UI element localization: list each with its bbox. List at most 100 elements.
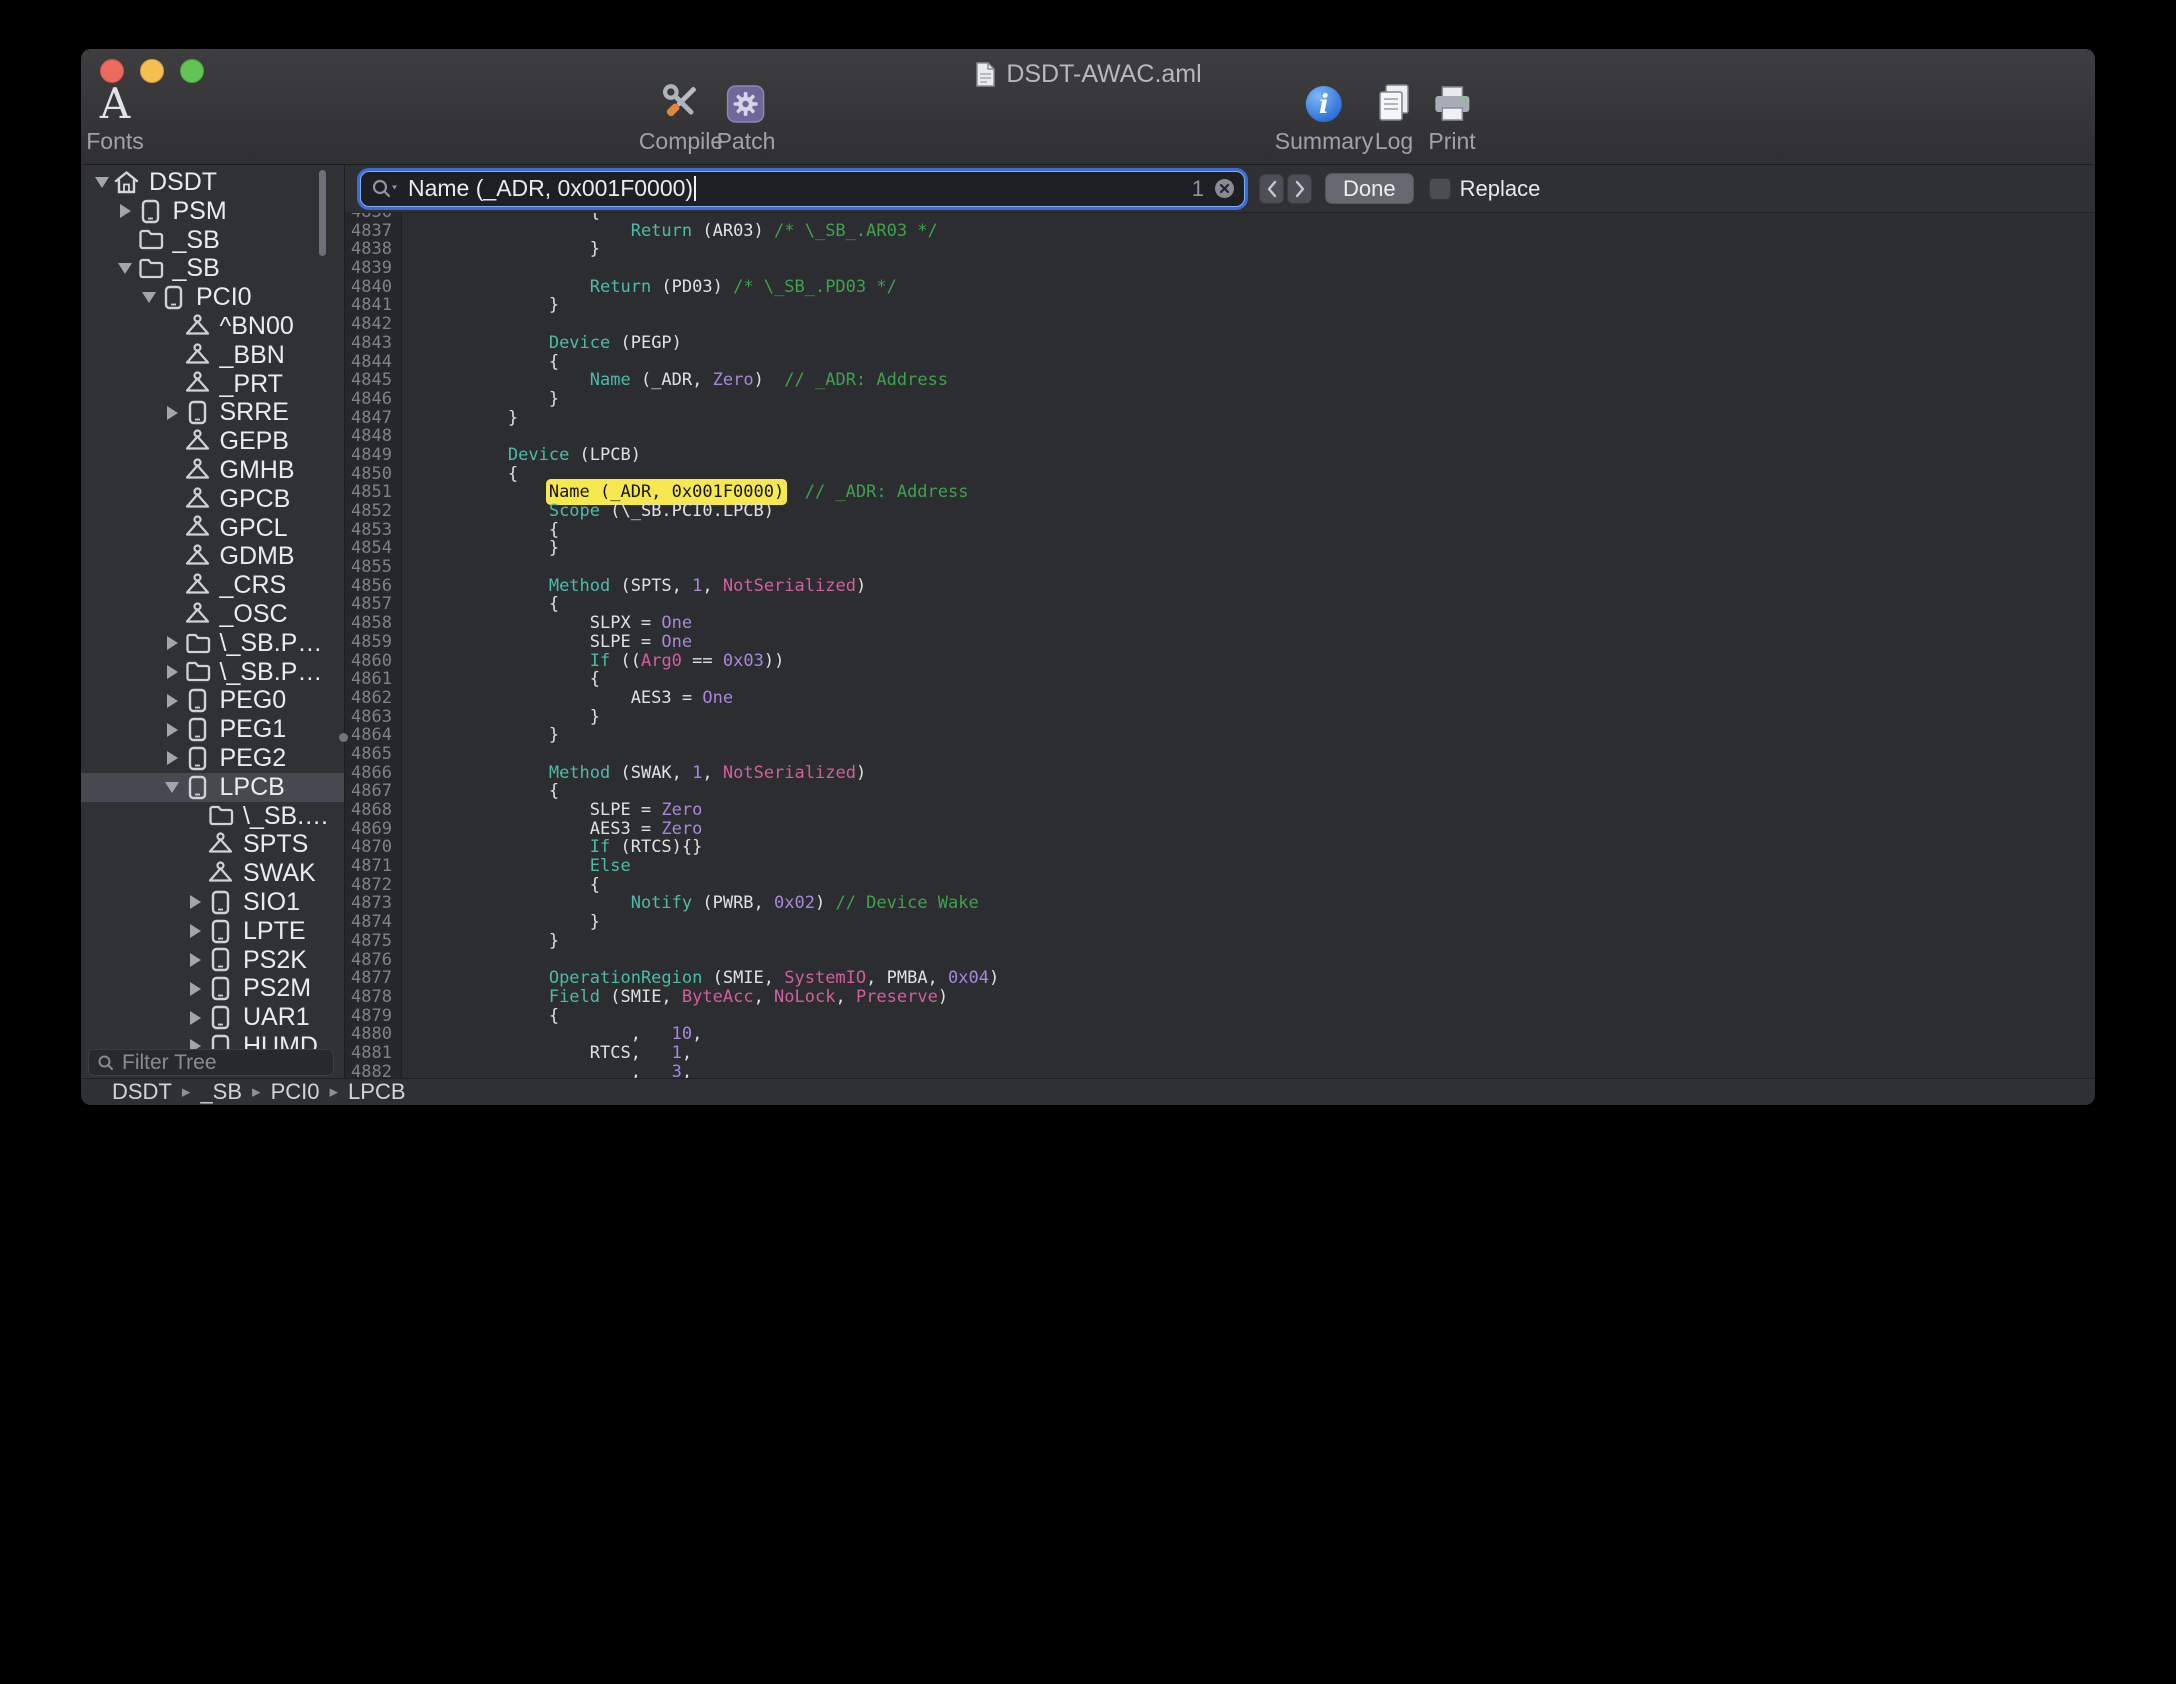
- disclosure-down-icon[interactable]: [90, 177, 113, 188]
- breadcrumb-item[interactable]: LPCB: [348, 1079, 405, 1105]
- search-icon[interactable]: [370, 178, 400, 200]
- tree-item-peg2[interactable]: PEG2: [81, 744, 344, 773]
- disclosure-right-icon[interactable]: [161, 694, 184, 708]
- line-content: [402, 558, 426, 577]
- log-button[interactable]: Log: [1372, 59, 1416, 155]
- line-content: }: [402, 913, 600, 932]
- tree-item-_sb[interactable]: _SB: [81, 226, 344, 255]
- line-content: Device (LPCB): [402, 446, 641, 465]
- tree-item-pci0[interactable]: PCI0: [81, 283, 344, 312]
- filter-tree-input[interactable]: Filter Tree: [88, 1049, 334, 1076]
- line-number: 4877: [345, 969, 402, 988]
- tree-item-dsdt[interactable]: DSDT: [81, 168, 344, 197]
- line-content: Device (PEGP): [402, 334, 682, 353]
- tree-item-spts[interactable]: SPTS: [81, 830, 344, 859]
- tree-item-psm[interactable]: PSM: [81, 197, 344, 226]
- tree-item-gepb[interactable]: GEPB: [81, 427, 344, 456]
- tree-item-sio1[interactable]: SIO1: [81, 888, 344, 917]
- line-number: 4846: [345, 390, 402, 409]
- line-number: 4873: [345, 894, 402, 913]
- line-content: }: [402, 409, 518, 428]
- breadcrumb-item[interactable]: _SB: [200, 1079, 242, 1105]
- tree-item-ps2k[interactable]: PS2K: [81, 946, 344, 975]
- tree-item-ps2m[interactable]: PS2M: [81, 974, 344, 1003]
- tree-item-peg1[interactable]: PEG1: [81, 715, 344, 744]
- patch-button[interactable]: Patch: [717, 59, 776, 155]
- disclosure-down-icon[interactable]: [161, 782, 184, 793]
- disclosure-right-icon[interactable]: [161, 636, 184, 650]
- line-content: AES3 = One: [402, 689, 733, 708]
- tree-item-bn00[interactable]: ^BN00: [81, 312, 344, 341]
- code-line: 4854 }: [345, 539, 2095, 558]
- toolbar-label: Patch: [717, 128, 776, 155]
- code-editor[interactable]: 4836 {4837 Return (AR03) /* \_SB_.AR03 *…: [345, 213, 2095, 1078]
- line-content: }: [402, 932, 559, 951]
- tree-item-label: GMHB: [220, 456, 295, 485]
- match-navigation: [1259, 174, 1312, 204]
- breadcrumb-item[interactable]: PCI0: [271, 1079, 320, 1105]
- print-button[interactable]: Print: [1428, 59, 1475, 155]
- tree-item-gpcb[interactable]: GPCB: [81, 485, 344, 514]
- clear-search-button[interactable]: [1213, 177, 1236, 200]
- compile-button[interactable]: Compile: [639, 59, 723, 155]
- line-content: }: [402, 726, 559, 745]
- tree-item-_crs[interactable]: _CRS: [81, 571, 344, 600]
- tree-item-lpte[interactable]: LPTE: [81, 917, 344, 946]
- zoom-window-button[interactable]: [180, 59, 204, 83]
- tree-item-uar1[interactable]: UAR1: [81, 1003, 344, 1032]
- line-content: Return (AR03) /* \_SB_.AR03 */: [402, 222, 938, 241]
- line-number: 4853: [345, 521, 402, 540]
- disclosure-right-icon[interactable]: [161, 751, 184, 765]
- disclosure-right-icon[interactable]: [184, 982, 207, 996]
- next-match-button[interactable]: [1287, 174, 1312, 204]
- tree-item-_sb[interactable]: \_SB.…: [81, 802, 344, 831]
- code-line: 4878 Field (SMIE, ByteAcc, NoLock, Prese…: [345, 988, 2095, 1007]
- code-line: 4848: [345, 427, 2095, 446]
- disclosure-down-icon[interactable]: [114, 263, 137, 274]
- name-icon: [184, 543, 211, 570]
- line-content: Scope (\_SB.PCI0.LPCB): [402, 502, 774, 521]
- split-handle[interactable]: [339, 733, 348, 742]
- disclosure-right-icon[interactable]: [184, 1011, 207, 1025]
- disclosure-right-icon[interactable]: [161, 665, 184, 679]
- line-number: 4852: [345, 502, 402, 521]
- disclosure-right-icon[interactable]: [184, 924, 207, 938]
- sidebar-scrollbar[interactable]: [319, 170, 326, 256]
- done-button[interactable]: Done: [1325, 173, 1414, 204]
- tree-item-gdmb[interactable]: GDMB: [81, 542, 344, 571]
- disclosure-right-icon[interactable]: [161, 406, 184, 420]
- tree-item-_sbp[interactable]: \_SB.P…: [81, 658, 344, 687]
- line-number: 4859: [345, 633, 402, 652]
- replace-checkbox[interactable]: [1429, 178, 1451, 200]
- search-input[interactable]: Name (_ADR, 0x001F0000) 1: [360, 171, 1245, 207]
- disclosure-right-icon[interactable]: [184, 895, 207, 909]
- line-number: 4874: [345, 913, 402, 932]
- tree-item-_prt[interactable]: _PRT: [81, 370, 344, 399]
- filter-search-icon: [97, 1054, 115, 1072]
- tree-item-_osc[interactable]: _OSC: [81, 600, 344, 629]
- tree-item-lpcb[interactable]: LPCB: [81, 773, 344, 802]
- tree-item-_bbn[interactable]: _BBN: [81, 341, 344, 370]
- line-content: {: [402, 782, 559, 801]
- code-line: 4867 {: [345, 782, 2095, 801]
- tree-item-gpcl[interactable]: GPCL: [81, 514, 344, 543]
- disclosure-right-icon[interactable]: [184, 953, 207, 967]
- fonts-button[interactable]: A Fonts: [86, 59, 144, 155]
- document-proxy-icon[interactable]: [974, 61, 997, 88]
- disclosure-down-icon[interactable]: [137, 292, 160, 303]
- code-line: 4865: [345, 745, 2095, 764]
- disclosure-right-icon[interactable]: [114, 204, 137, 218]
- tree-item-srre[interactable]: SRRE: [81, 398, 344, 427]
- summary-button[interactable]: i Summary: [1275, 59, 1373, 155]
- tree-item-_sbp[interactable]: \_SB.P…: [81, 629, 344, 658]
- previous-match-button[interactable]: [1259, 174, 1284, 204]
- breadcrumb-item[interactable]: DSDT: [112, 1079, 172, 1105]
- titlebar[interactable]: DSDT-AWAC.aml: [81, 49, 2095, 93]
- tree-item-_sb[interactable]: _SB: [81, 254, 344, 283]
- tree-item-peg0[interactable]: PEG0: [81, 686, 344, 715]
- tree-item-label: GEPB: [220, 427, 289, 456]
- disclosure-right-icon[interactable]: [161, 723, 184, 737]
- device-icon: [184, 399, 211, 426]
- tree-item-gmhb[interactable]: GMHB: [81, 456, 344, 485]
- tree-item-swak[interactable]: SWAK: [81, 859, 344, 888]
